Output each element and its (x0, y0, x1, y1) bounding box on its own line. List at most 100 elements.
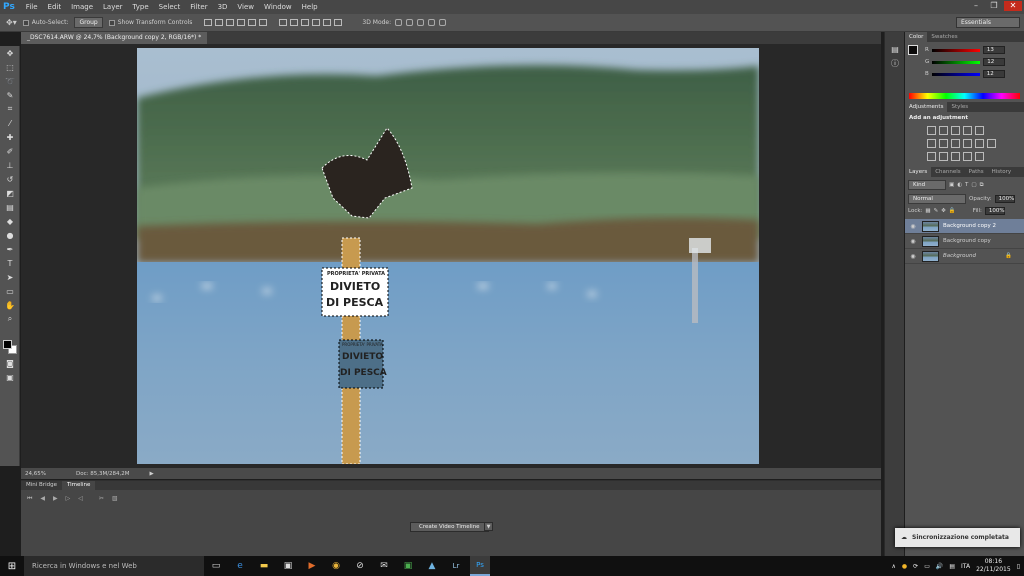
g-value[interactable]: 12 (983, 58, 1006, 66)
green-app-icon[interactable]: ▣ (398, 556, 418, 576)
tab-color[interactable]: Color (905, 32, 928, 42)
file-explorer-icon[interactable]: ▬ (254, 556, 274, 576)
filter-adjust-icon[interactable]: ◐ (957, 182, 962, 188)
tab-channels[interactable]: Channels (931, 167, 964, 177)
document-tab[interactable]: _DSC7614.ARW @ 24,7% (Background copy 2,… (21, 32, 208, 44)
photo-canvas[interactable]: PROPRIETA' PRIVATA DIVIETO DI PESCA PROP… (137, 48, 759, 464)
minimize-icon[interactable]: – (968, 1, 984, 11)
layer-name[interactable]: Background copy 2 (943, 223, 996, 229)
fg-color-swatch[interactable] (908, 45, 918, 55)
photoshop-task-icon[interactable]: Ps (470, 556, 490, 576)
prev-frame-icon[interactable]: ◀ (40, 495, 45, 503)
layer-kind-dropdown[interactable]: Kind (908, 180, 946, 190)
network-icon[interactable]: ▭ (924, 563, 930, 570)
3d-rotate-icon[interactable] (395, 19, 403, 26)
notifications-icon[interactable]: ▯ (1017, 563, 1020, 570)
language-indicator[interactable]: ITA (961, 563, 970, 570)
blend-mode-dropdown[interactable]: Normal (908, 194, 966, 204)
zoom-tool-icon[interactable]: ⌕ (0, 312, 20, 326)
menu-3d[interactable]: 3D (213, 3, 233, 11)
menu-image[interactable]: Image (66, 3, 98, 11)
volume-icon[interactable]: 🔊 (936, 563, 943, 570)
layer-name[interactable]: Background copy (943, 238, 991, 244)
healing-brush-tool-icon[interactable]: ✚ (0, 130, 20, 144)
play-icon[interactable]: ▶ (53, 495, 58, 503)
invert-icon[interactable] (927, 152, 936, 161)
close-icon[interactable]: ✕ (1004, 1, 1022, 11)
path-select-tool-icon[interactable]: ➤ (0, 270, 20, 284)
tab-history[interactable]: History (988, 167, 1016, 177)
sync-notification[interactable]: ☁ Sincronizzazione completata (895, 528, 1020, 547)
eye-icon[interactable]: ◉ (908, 253, 918, 260)
lock-all-icon[interactable]: 🔒 (949, 208, 956, 214)
layer-row[interactable]: ◉ Background 🔒 (905, 249, 1024, 264)
app-icon[interactable]: ⊘ (350, 556, 370, 576)
lock-paint-icon[interactable]: ✎ (934, 208, 939, 214)
create-timeline-dropdown-icon[interactable]: ▼ (484, 522, 493, 531)
type-tool-icon[interactable]: T (0, 256, 20, 270)
brush-tool-icon[interactable]: ✐ (0, 144, 20, 158)
edge-icon[interactable]: e (230, 556, 250, 576)
eye-icon[interactable]: ◉ (908, 238, 918, 245)
workspace-dropdown[interactable]: Essentials (956, 17, 1020, 28)
foreground-color-swatch[interactable] (3, 340, 12, 349)
lock-pixels-icon[interactable]: ▦ (925, 208, 930, 214)
opacity-value[interactable]: 100% (994, 195, 1015, 203)
blur-tool-icon[interactable]: ◆ (0, 214, 20, 228)
exposure-icon[interactable] (963, 126, 972, 135)
filter-type-icon[interactable]: T (965, 182, 968, 188)
properties-panel-icon[interactable]: ⓘ (885, 56, 905, 70)
create-video-timeline-button[interactable]: Create Video Timeline (410, 522, 489, 532)
transition-icon[interactable]: ▧ (112, 495, 118, 503)
channel-mixer-icon[interactable] (975, 139, 984, 148)
tray-sync-icon[interactable]: ⟳ (913, 563, 918, 570)
menu-select[interactable]: Select (154, 3, 186, 11)
photo-app-icon[interactable]: ▲ (422, 556, 442, 576)
quick-select-tool-icon[interactable]: ✎ (0, 88, 20, 102)
windows-start-icon[interactable]: ⊞ (0, 556, 24, 576)
filter-smart-icon[interactable]: ⧉ (980, 182, 984, 189)
align-buttons[interactable] (204, 19, 268, 26)
lasso-tool-icon[interactable]: ➰ (0, 74, 20, 88)
tray-app-icon[interactable]: ● (902, 563, 907, 570)
3d-scale-icon[interactable] (439, 19, 447, 26)
levels-icon[interactable] (939, 126, 948, 135)
threshold-icon[interactable] (951, 152, 960, 161)
auto-select-checkbox[interactable]: Auto-Select: (22, 19, 68, 26)
lock-move-icon[interactable]: ✥ (941, 208, 946, 214)
lightroom-icon[interactable]: Lr (446, 556, 466, 576)
curves-icon[interactable] (951, 126, 960, 135)
split-icon[interactable]: ✂ (99, 495, 104, 503)
tab-mini-bridge[interactable]: Mini Bridge (21, 481, 62, 490)
menu-help[interactable]: Help (297, 3, 323, 11)
distribute-buttons[interactable] (279, 19, 343, 26)
store-icon[interactable]: ▣ (278, 556, 298, 576)
screen-mode-icon[interactable]: ▣ (0, 370, 20, 384)
color-lookup-icon[interactable] (987, 139, 996, 148)
dodge-tool-icon[interactable]: ● (0, 228, 20, 242)
vibrance-icon[interactable] (975, 126, 984, 135)
auto-select-dropdown[interactable]: Group (74, 17, 103, 28)
canvas-area[interactable]: PROPRIETA' PRIVATA DIVIETO DI PESCA PROP… (21, 44, 881, 468)
next-frame-icon[interactable]: ▷ (66, 495, 71, 503)
menu-filter[interactable]: Filter (185, 3, 212, 11)
tray-chevron-icon[interactable]: ∧ (892, 563, 896, 570)
transform-controls-checkbox[interactable]: Show Transform Controls (108, 19, 192, 26)
chrome-icon[interactable]: ◉ (326, 556, 346, 576)
photo-filter-icon[interactable] (963, 139, 972, 148)
restore-icon[interactable]: ❐ (986, 1, 1002, 11)
fill-value[interactable]: 100% (984, 207, 1005, 215)
zoom-level[interactable]: 24,65% (25, 471, 46, 477)
media-icon[interactable]: ▶ (302, 556, 322, 576)
audio-icon[interactable]: ◁ (78, 495, 83, 503)
action-center-icon[interactable]: ▤ (949, 563, 955, 570)
menu-window[interactable]: Window (259, 3, 297, 11)
b-slider[interactable] (931, 72, 980, 76)
3d-roll-icon[interactable] (406, 19, 414, 26)
r-value[interactable]: 13 (982, 46, 1005, 54)
tab-styles[interactable]: Styles (947, 102, 972, 112)
tab-layers[interactable]: Layers (905, 167, 932, 177)
marquee-tool-icon[interactable]: ⬚ (0, 60, 20, 74)
task-view-icon[interactable]: ▭ (206, 556, 226, 576)
eyedropper-tool-icon[interactable]: ⁄ (0, 116, 20, 130)
